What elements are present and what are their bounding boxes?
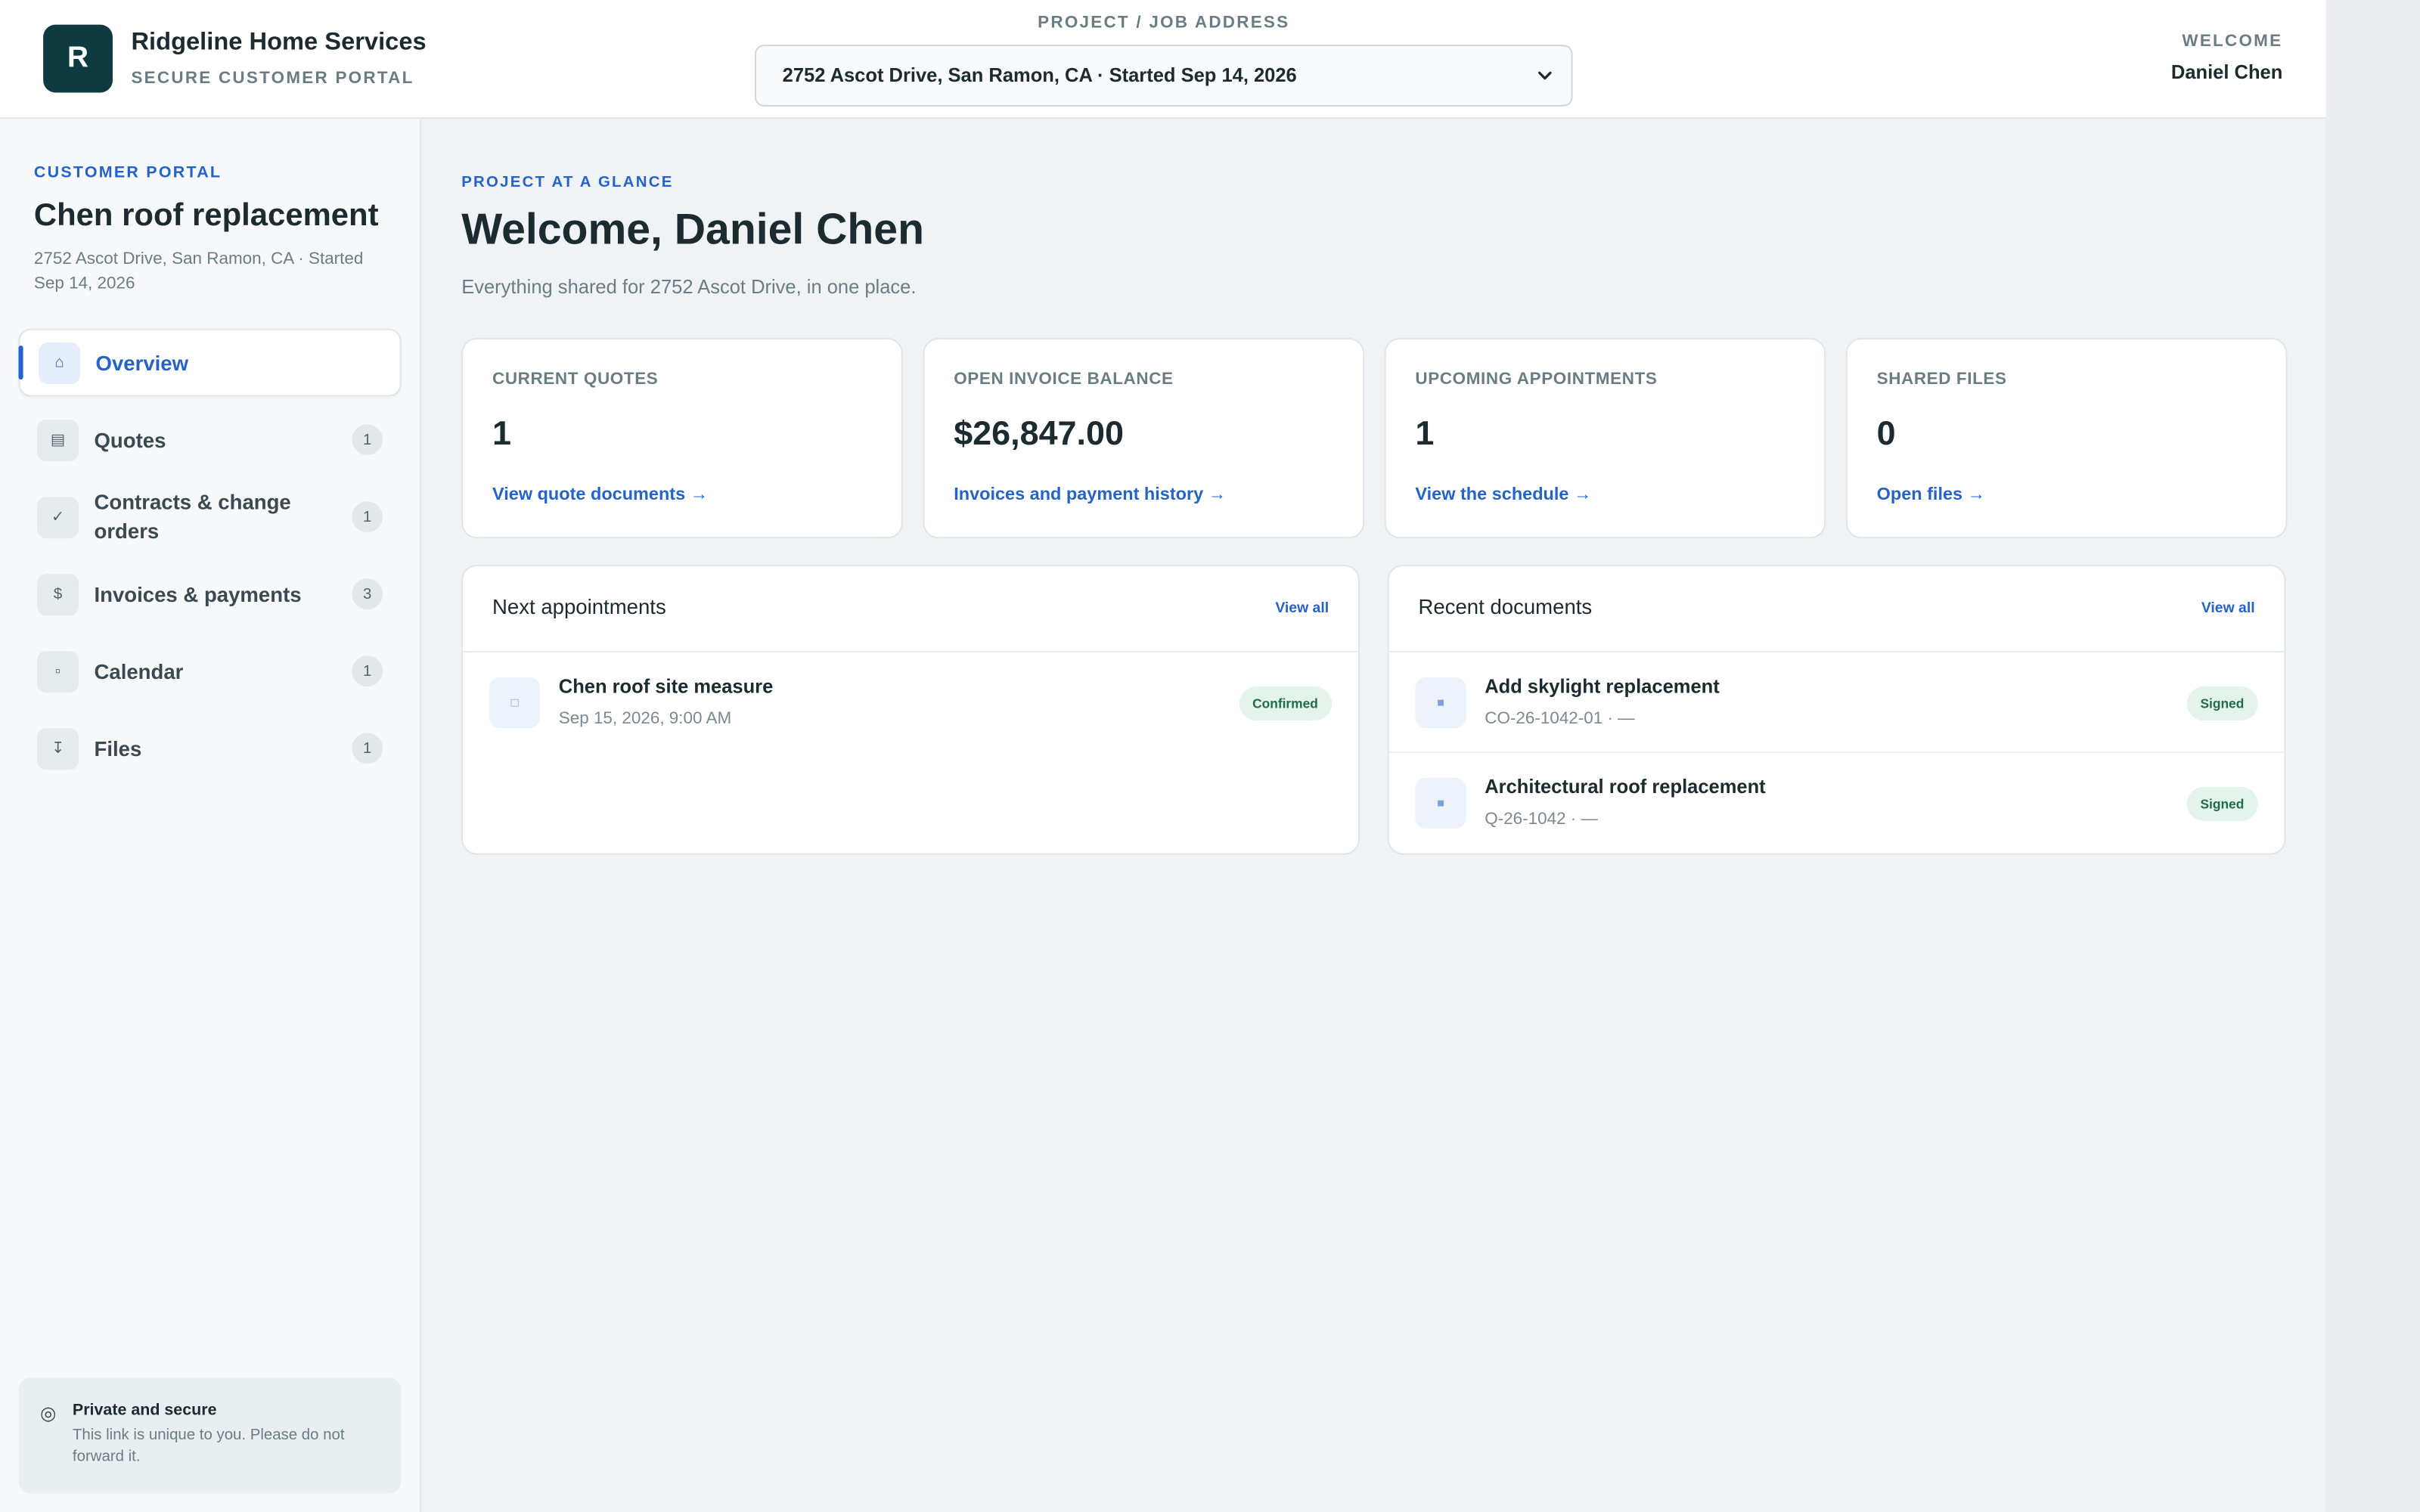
section-eyebrow: PROJECT AT A GLANCE [461,174,674,192]
appointments-panel: Next appointments View all □ Chen roof s… [461,564,1360,855]
panel-header: Next appointments View all [463,566,1358,653]
sidebar-item-invoices[interactable]: $ Invoices & payments 3 [18,560,401,628]
status-badge: Signed [2186,786,2258,821]
stat-link[interactable]: View quote documents → [492,486,708,504]
count-badge: 1 [352,501,383,533]
project-meta: 2752 Ascot Drive, San Ramon, CA · Starte… [33,249,364,293]
sidebar-eyebrow: CUSTOMER PORTAL [33,163,222,182]
sidebar-item-calendar[interactable]: ▫ Calendar 1 [18,637,401,705]
item-subtitle: Sep 15, 2026, 9:00 AM [558,709,732,729]
secure-title: Private and secure [72,1401,217,1420]
stat-card-appointments: UPCOMING APPOINTMENTS 1 View the schedul… [1384,337,1826,539]
item-subtitle: CO-26-1042-01 · — [1485,709,1635,729]
stat-card-files: SHARED FILES 0 Open files → [1845,337,2288,539]
panel-title: Next appointments [492,595,666,619]
document-icon: ■ [1415,777,1466,829]
sidebar-item-label: Quotes [94,428,166,451]
app-root: R Ridgeline Home Services SECURE CUSTOME… [0,0,2420,1512]
page-title: Welcome, Daniel Chen [461,205,925,253]
user-name: Daniel Chen [2170,61,2283,84]
view-all-link[interactable]: View all [2201,600,2255,617]
window-margin [2325,0,2420,1512]
dollar-icon: $ [36,573,79,615]
chevron-down-icon [1538,71,1552,80]
home-icon: ⌂ [39,342,81,384]
secure-description: This link is unique to you. Please do no… [72,1427,345,1466]
calendar-icon: ▫ [36,650,79,692]
project-title: Chen roof replacement [33,197,379,234]
stat-link[interactable]: Open files → [1877,486,1985,504]
address-picker-label: PROJECT / JOB ADDRESS [1038,14,1290,33]
sidebar-item-label: Contracts & change orders [94,490,291,544]
check-icon: ✓ [36,496,79,538]
list-item[interactable]: ■ Add skylight replacement CO-26-1042-01… [1388,652,2285,753]
stat-value: 1 [492,413,512,452]
brand-logo[interactable]: R [43,24,113,93]
calendar-icon: □ [489,677,541,729]
main-content: PROJECT AT A GLANCE Welcome, Daniel Chen… [421,119,2326,1512]
user-welcome: WELCOME Daniel Chen [2099,33,2282,83]
stat-label: UPCOMING APPOINTMENTS [1415,370,1658,389]
address-select-value: 2752 Ascot Drive, San Ramon, CA · Starte… [782,64,1297,87]
brand-subtitle: SECURE CUSTOMER PORTAL [131,69,414,88]
sidebar-item-overview[interactable]: ⌂ Overview [18,328,402,397]
stat-value: $26,847.00 [954,413,1124,452]
panel-header: Recent documents View all [1388,566,2285,653]
item-title: Architectural roof replacement [1485,776,1766,798]
count-badge: 1 [352,733,383,764]
stat-link[interactable]: View the schedule → [1415,486,1591,504]
item-title: Add skylight replacement [1485,675,1720,698]
sidebar-item-files[interactable]: ↧ Files 1 [18,714,401,782]
stat-card-invoice-balance: OPEN INVOICE BALANCE $26,847.00 Invoices… [923,337,1365,539]
sidebar-item-contracts[interactable]: ✓ Contracts & change orders 1 [18,483,401,551]
item-subtitle: Q-26-1042 · — [1485,810,1598,829]
document-icon: ▤ [36,419,79,461]
shield-icon: ◎ [40,1402,57,1424]
download-icon: ↧ [36,727,79,770]
sidebar-item-label: Files [94,736,142,761]
count-badge: 1 [352,424,383,456]
stat-link[interactable]: Invoices and payment history → [954,486,1226,504]
top-bar: R Ridgeline Home Services SECURE CUSTOME… [0,0,2326,119]
panel-title: Recent documents [1418,595,1593,619]
list-item[interactable]: □ Chen roof site measure Sep 15, 2026, 9… [463,652,1358,753]
count-badge: 1 [352,655,383,687]
stat-label: SHARED FILES [1876,370,2007,389]
sidebar-item-label: Overview [95,351,189,374]
view-all-link[interactable]: View all [1275,600,1329,617]
stat-label: OPEN INVOICE BALANCE [954,370,1174,389]
stat-label: CURRENT QUOTES [492,370,659,389]
status-badge: Confirmed [1238,686,1333,721]
document-icon: ■ [1415,677,1466,729]
welcome-label: WELCOME [2182,32,2283,51]
sidebar-item-label: Invoices & payments [94,582,302,606]
sidebar-item-label: Calendar [94,659,184,683]
sidebar-item-quotes[interactable]: ▤ Quotes 1 [18,406,401,474]
brand-name: Ridgeline Home Services [131,29,427,56]
documents-panel: Recent documents View all ■ Add skylight… [1387,564,2286,855]
sidebar: CUSTOMER PORTAL Chen roof replacement 27… [0,119,422,1512]
item-title: Chen roof site measure [558,675,774,698]
stat-value: 0 [1876,413,1896,452]
address-select[interactable]: 2752 Ascot Drive, San Ramon, CA · Starte… [754,45,1573,107]
secure-notice: ◎ Private and secure This link is unique… [18,1377,402,1494]
stat-card-quotes: CURRENT QUOTES 1 View quote documents → [461,337,903,539]
count-badge: 3 [352,578,383,610]
stat-value: 1 [1415,413,1435,452]
status-badge: Signed [2186,686,2258,721]
page-lead: Everything shared for 2752 Ascot Drive, … [461,276,917,298]
list-item[interactable]: ■ Architectural roof replacement Q-26-10… [1389,753,2285,854]
sidebar-nav: ⌂ Overview ▤ Quotes 1 ✓ Contracts & chan… [18,328,402,792]
